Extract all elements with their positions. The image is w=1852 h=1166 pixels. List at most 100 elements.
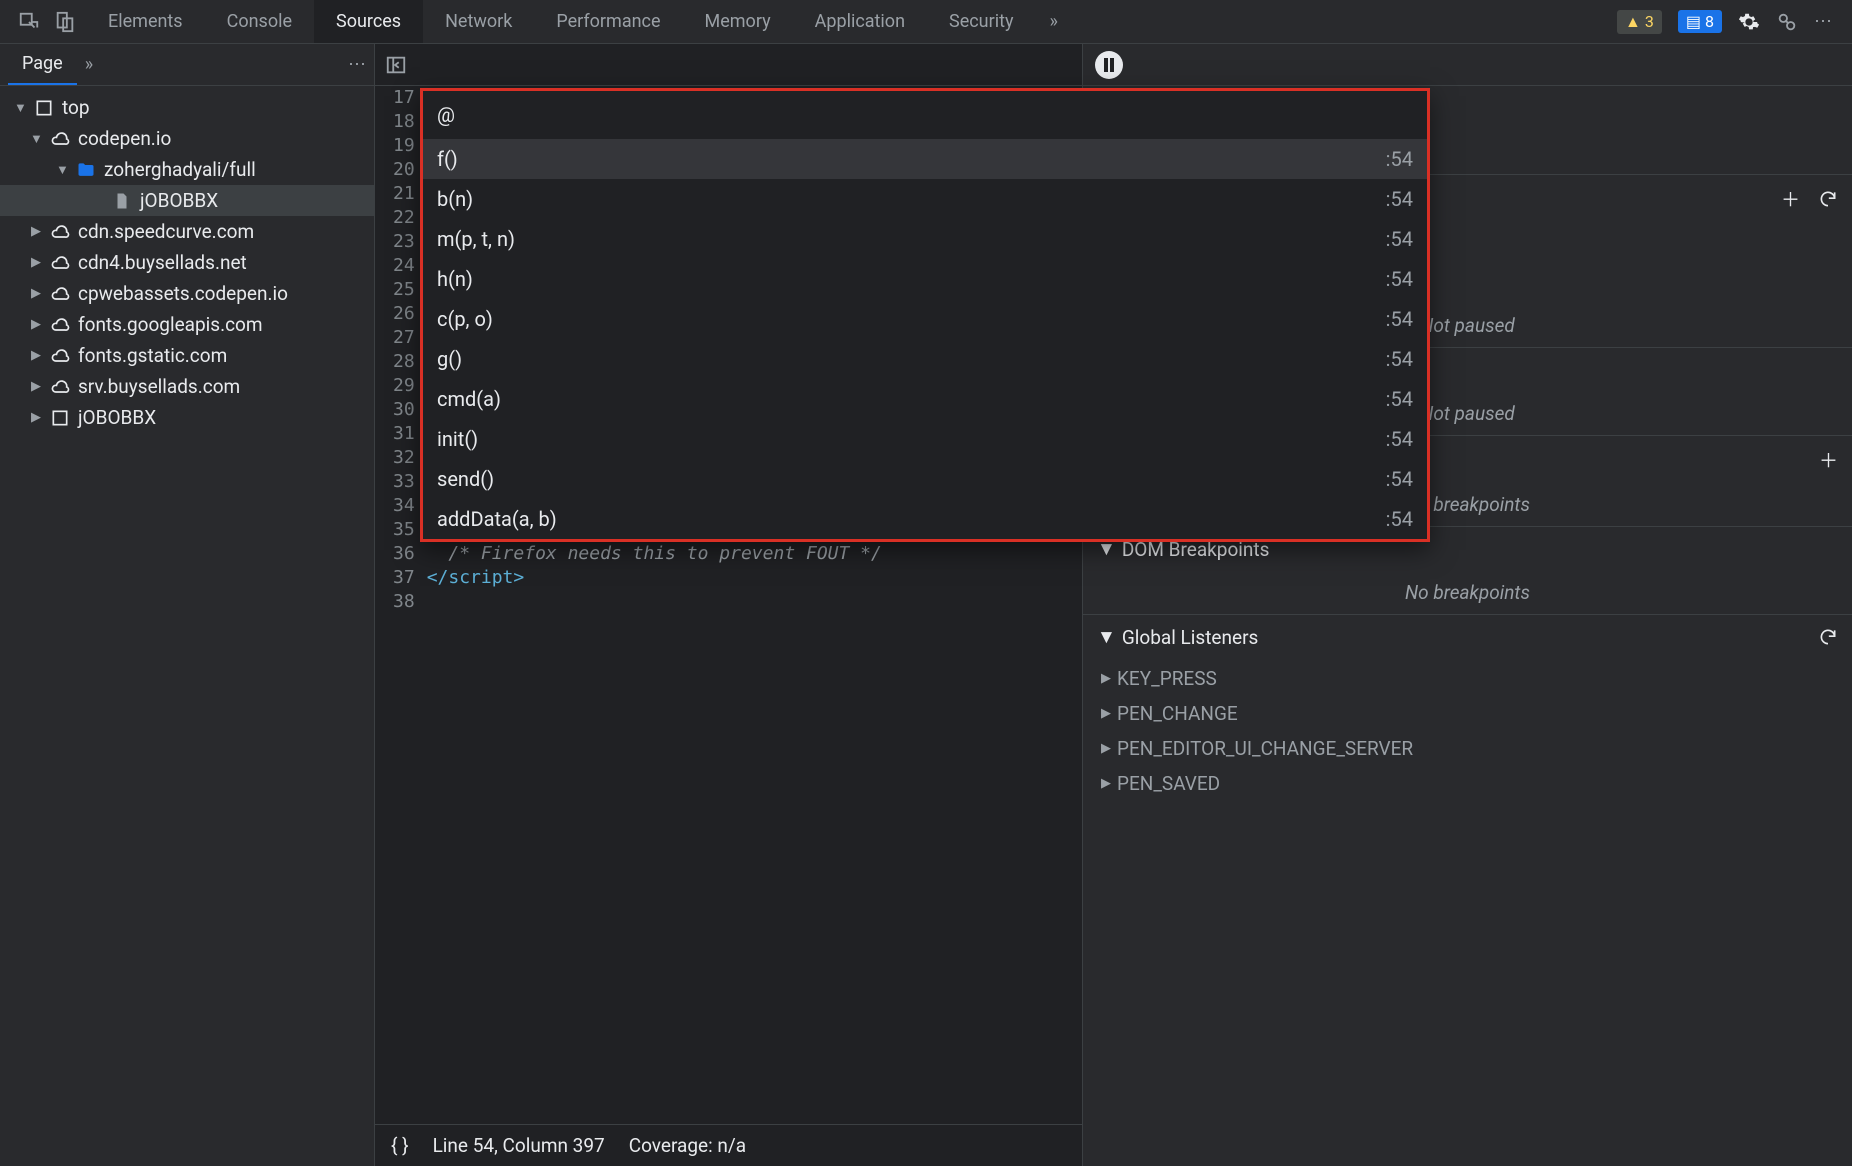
- cloud-icon: [50, 377, 70, 397]
- cloud-icon: [50, 284, 70, 304]
- symbol-label: m(p, t, n): [437, 227, 515, 251]
- tab-sources[interactable]: Sources: [314, 0, 423, 43]
- goto-symbol-item[interactable]: f() :54: [423, 139, 1427, 179]
- message-icon: ▤: [1686, 12, 1701, 31]
- symbol-label: b(n): [437, 187, 473, 211]
- inspect-icon[interactable]: [18, 11, 40, 33]
- symbol-label: h(n): [437, 267, 473, 291]
- settings-icon[interactable]: [1738, 11, 1760, 33]
- symbol-label: g(): [437, 347, 462, 371]
- warnings-badge[interactable]: ▲ 3: [1617, 10, 1662, 34]
- symbol-label: f(): [437, 147, 458, 171]
- symbol-line: :54: [1386, 427, 1413, 451]
- file-tree: ▼top▼codepen.io▼zoherghadyali/fulljOBOBB…: [0, 86, 374, 1166]
- tab-console[interactable]: Console: [205, 0, 314, 43]
- sidebar-more-tabs-icon[interactable]: »: [85, 54, 93, 75]
- goto-symbol-item[interactable]: cmd(a):54: [423, 379, 1427, 419]
- tree-item-label: cpwebassets.codepen.io: [78, 282, 288, 305]
- goto-symbol-item[interactable]: m(p, t, n):54: [423, 219, 1427, 259]
- tree-item-label: fonts.googleapis.com: [78, 313, 263, 336]
- symbol-line: :54: [1386, 187, 1413, 211]
- more-tabs-icon[interactable]: »: [1035, 11, 1071, 32]
- kebab-menu-icon[interactable]: ⋯: [1814, 11, 1834, 32]
- messages-badge[interactable]: ▤ 8: [1678, 10, 1722, 33]
- symbol-label: addData(a, b): [437, 507, 557, 531]
- messages-count: 8: [1705, 12, 1714, 31]
- coverage-status: Coverage: n/a: [629, 1134, 746, 1157]
- listener-item[interactable]: ▶ KEY_PRESS: [1101, 661, 1852, 696]
- tree-item[interactable]: ▶srv.buysellads.com: [0, 371, 374, 402]
- goto-symbol-item[interactable]: b(n) :54: [423, 179, 1427, 219]
- tab-performance[interactable]: Performance: [534, 0, 682, 43]
- tab-security[interactable]: Security: [927, 0, 1035, 43]
- tree-item-label: cdn4.buysellads.net: [78, 251, 247, 274]
- goto-symbol-popup: @ f():54b(n):54m(p, t, n):54h(n):54c(p, …: [420, 88, 1430, 542]
- chevron-right-icon: ▶: [1101, 671, 1111, 686]
- dom-bp-status: No breakpoints: [1083, 571, 1852, 614]
- tree-item[interactable]: ▶ fonts.googleapis.com: [0, 309, 374, 340]
- goto-symbol-input[interactable]: @: [423, 91, 1427, 139]
- tree-arrow-icon: ▶: [30, 224, 42, 239]
- sidebar-menu-icon[interactable]: ⋯: [348, 54, 366, 75]
- devtools-tab-bar: ElementsConsoleSourcesNetworkPerformance…: [0, 0, 1852, 44]
- symbol-line: :54: [1386, 507, 1413, 531]
- cloud-icon: [50, 346, 70, 366]
- editor-status-bar: { } Line 54, Column 397 Coverage: n/a: [375, 1124, 1082, 1166]
- tree-item[interactable]: ▶cdn4.buysellads.net: [0, 247, 374, 278]
- goto-symbol-item[interactable]: c(p, o) :54: [423, 299, 1427, 339]
- tree-arrow-icon: ▶: [30, 379, 42, 394]
- tree-item[interactable]: ▼zoherghadyali/full: [0, 154, 374, 185]
- chevron-right-icon: ▶: [1101, 776, 1111, 791]
- listener-name: PEN_CHANGE: [1117, 702, 1238, 725]
- add-xhr-bp-icon[interactable]: ＋: [1819, 446, 1838, 473]
- refresh-listeners-icon[interactable]: [1818, 627, 1838, 647]
- tree-arrow-icon: ▼: [30, 131, 42, 147]
- device-toggle-icon[interactable]: [54, 11, 76, 33]
- tree-item[interactable]: ▶cdn.speedcurve.com: [0, 216, 374, 247]
- goto-symbol-item[interactable]: addData(a, b) :54: [423, 499, 1427, 539]
- customize-icon[interactable]: [1776, 11, 1798, 33]
- frame-icon: [50, 408, 70, 428]
- listener-item[interactable]: ▶PEN_EDITOR_UI_CHANGE_SERVER: [1101, 731, 1852, 766]
- symbol-label: c(p, o): [437, 307, 493, 331]
- pause-button[interactable]: [1095, 51, 1123, 79]
- cursor-position: Line 54, Column 397: [433, 1134, 605, 1157]
- folder-icon: [76, 160, 96, 180]
- sidebar-tab-page[interactable]: Page: [8, 44, 77, 85]
- tree-arrow-icon: ▶: [30, 286, 42, 301]
- tree-arrow-icon: ▶: [30, 348, 42, 363]
- symbol-line: :54: [1386, 307, 1413, 331]
- warnings-count: 3: [1645, 12, 1654, 31]
- tab-elements[interactable]: Elements: [86, 0, 205, 43]
- tab-memory[interactable]: Memory: [683, 0, 793, 43]
- tree-arrow-icon: ▶: [30, 410, 42, 425]
- cloud-icon: [50, 315, 70, 335]
- tree-item[interactable]: ▶ jOBOBBX: [0, 402, 374, 433]
- refresh-icon[interactable]: [1818, 189, 1838, 209]
- symbol-line: :54: [1386, 147, 1413, 171]
- pretty-print-icon[interactable]: { }: [391, 1134, 409, 1157]
- goto-symbol-item[interactable]: send():54: [423, 459, 1427, 499]
- section-global-listeners[interactable]: ▼ Global Listeners: [1083, 614, 1852, 659]
- goto-symbol-item[interactable]: h(n):54: [423, 259, 1427, 299]
- listener-item[interactable]: ▶PEN_CHANGE: [1101, 696, 1852, 731]
- symbol-label: init(): [437, 427, 478, 451]
- goto-symbol-item[interactable]: g():54: [423, 339, 1427, 379]
- tree-item[interactable]: ▶fonts.gstatic.com: [0, 340, 374, 371]
- cloud-icon: [50, 222, 70, 242]
- tab-application[interactable]: Application: [793, 0, 927, 43]
- tree-item[interactable]: ▼top: [0, 92, 374, 123]
- listener-name: PEN_SAVED: [1117, 772, 1220, 795]
- tree-arrow-icon: ▶: [30, 317, 42, 332]
- listener-name: KEY_PRESS: [1117, 667, 1217, 690]
- add-watch-icon[interactable]: ＋: [1781, 185, 1800, 212]
- listener-item[interactable]: ▶ PEN_SAVED: [1101, 766, 1852, 801]
- tab-network[interactable]: Network: [423, 0, 534, 43]
- tree-item[interactable]: jOBOBBX: [0, 185, 374, 216]
- tree-item-label: jOBOBBX: [78, 406, 156, 429]
- tree-item[interactable]: ▼codepen.io: [0, 123, 374, 154]
- toggle-navigator-icon[interactable]: [385, 54, 407, 76]
- tree-item[interactable]: ▶ cpwebassets.codepen.io: [0, 278, 374, 309]
- symbol-label: cmd(a): [437, 387, 501, 411]
- goto-symbol-item[interactable]: init() :54: [423, 419, 1427, 459]
